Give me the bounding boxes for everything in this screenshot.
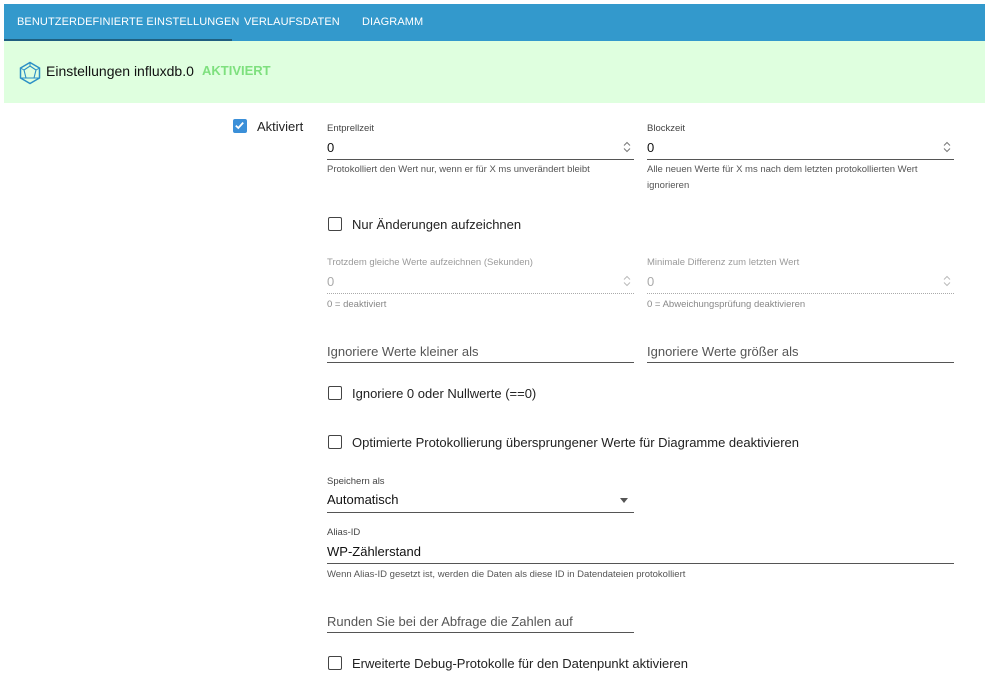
ignore-above-input[interactable]: Ignoriere Werte größer als	[647, 344, 799, 359]
blocktime-input[interactable]: 0	[647, 140, 654, 155]
store-as-select[interactable]: Automatisch	[327, 492, 399, 507]
instance-title: Einstellungen influxdb.0	[46, 63, 194, 79]
same-values-underline	[327, 293, 634, 294]
alias-input[interactable]: WP-Zählerstand	[327, 544, 421, 559]
blocktime-underline	[647, 159, 954, 160]
ignore-zero-checkbox[interactable]	[328, 386, 342, 400]
enabled-checkbox[interactable]	[233, 119, 247, 133]
chevron-down-icon[interactable]	[620, 498, 628, 503]
enabled-label: Aktiviert	[257, 119, 304, 134]
same-values-label: Trotzdem gleiche Werte aufzeichnen (Seku…	[327, 257, 533, 268]
optimized-logging-label: Optimierte Protokollierung übersprungene…	[352, 435, 800, 450]
same-values-input[interactable]: 0	[327, 274, 334, 289]
ignore-below-underline	[327, 362, 634, 363]
debounce-helper: Protokolliert den Wert nur, wenn er für …	[327, 164, 590, 175]
ignore-below-input[interactable]: Ignoriere Werte kleiner als	[327, 344, 479, 359]
tab-custom-settings[interactable]: BENUTZERDEFINIERTE EINSTELLUNGEN	[4, 4, 239, 41]
store-as-label: Speichern als	[327, 476, 385, 487]
debounce-underline	[327, 159, 634, 160]
changes-only-checkbox[interactable]	[328, 217, 342, 231]
min-diff-helper: 0 = Abweichungsprüfung deaktivieren	[647, 299, 806, 310]
alias-helper: Wenn Alias-ID gesetzt ist, werden die Da…	[327, 569, 686, 580]
changes-only-label: Nur Änderungen aufzeichnen	[352, 217, 522, 232]
min-diff-input[interactable]: 0	[647, 274, 654, 289]
min-diff-spinner-icon[interactable]	[942, 274, 952, 288]
round-input[interactable]: Runden Sie bei der Abfrage die Zahlen au…	[327, 614, 573, 629]
tab-chart[interactable]: DIAGRAMM	[362, 4, 423, 41]
same-values-helper: 0 = deaktiviert	[327, 299, 387, 310]
debug-checkbox[interactable]	[328, 656, 342, 670]
ignore-above-underline	[647, 362, 954, 363]
alias-label: Alias-ID	[327, 527, 361, 538]
debounce-input[interactable]: 0	[327, 140, 334, 155]
checkmark-icon	[235, 121, 244, 130]
influxdb-logo-icon	[19, 61, 41, 85]
debounce-spinner-icon[interactable]	[622, 140, 632, 154]
blocktime-label: Blockzeit	[647, 123, 686, 134]
tab-bar: BENUTZERDEFINIERTE EINSTELLUNGEN VERLAUF…	[4, 4, 985, 41]
debug-label: Erweiterte Debug-Protokolle für den Date…	[352, 656, 689, 671]
blocktime-helper: Alle neuen Werte für X ms nach dem letzt…	[647, 164, 918, 191]
round-underline	[327, 632, 634, 633]
min-diff-label: Minimale Differenz zum letzten Wert	[647, 257, 800, 268]
blocktime-spinner-icon[interactable]	[942, 140, 952, 154]
ignore-zero-label: Ignoriere 0 oder Nullwerte (==0)	[352, 386, 537, 401]
alias-underline	[327, 563, 954, 564]
same-values-spinner-icon[interactable]	[622, 274, 632, 288]
instance-header: Einstellungen influxdb.0 AKTIVIERT	[4, 41, 985, 103]
tab-history-data[interactable]: VERLAUFSDATEN	[244, 4, 340, 41]
debounce-label: Entprellzeit	[327, 123, 374, 134]
instance-status: AKTIVIERT	[202, 63, 271, 78]
min-diff-underline	[647, 293, 954, 294]
optimized-logging-checkbox[interactable]	[328, 435, 342, 449]
store-as-underline	[327, 512, 634, 513]
